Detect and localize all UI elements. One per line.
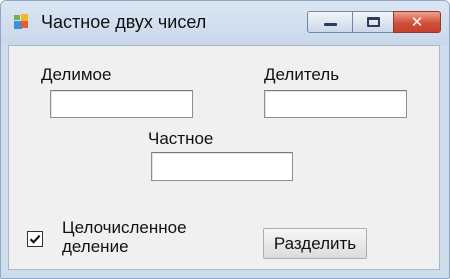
divide-button[interactable]: Разделить [263, 228, 367, 259]
divisor-input[interactable] [264, 90, 407, 118]
divisor-label: Делитель [264, 65, 340, 84]
integer-division-label-line2: деление [62, 237, 129, 256]
app-window: Частное двух чисел ✕ Делимое Делитель Ча… [0, 0, 450, 279]
app-icon [11, 12, 31, 32]
maximize-icon [367, 17, 380, 27]
close-icon: ✕ [410, 13, 424, 31]
checkmark-icon [29, 234, 41, 244]
integer-division-label[interactable]: Целочисленное деление [62, 218, 187, 256]
quotient-output[interactable] [151, 152, 293, 181]
form-client-area: Делимое Делитель Частное Целочисленное д… [8, 45, 440, 270]
minimize-button[interactable] [307, 11, 353, 33]
title-bar[interactable]: Частное двух чисел ✕ [1, 1, 449, 45]
integer-division-label-line1: Целочисленное [62, 218, 187, 237]
dividend-input[interactable] [50, 90, 193, 118]
quotient-label: Частное [148, 129, 214, 148]
window-title: Частное двух чисел [41, 12, 207, 32]
dividend-label: Делимое [41, 65, 112, 84]
minimize-icon [324, 23, 337, 26]
maximize-button[interactable] [352, 11, 394, 33]
close-button[interactable]: ✕ [393, 11, 441, 33]
integer-division-checkbox[interactable] [27, 231, 43, 247]
